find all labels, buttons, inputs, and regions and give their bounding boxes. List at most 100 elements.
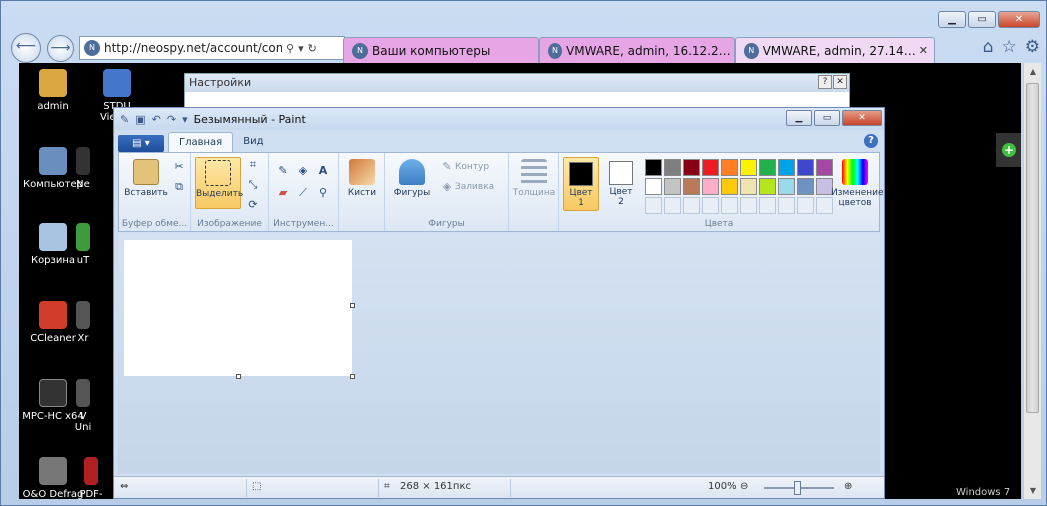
- zoom-out-icon[interactable]: ⊖: [740, 481, 748, 492]
- address-text[interactable]: http://neospy.net/account/comp: [104, 41, 282, 55]
- palette-swatch[interactable]: [721, 159, 738, 176]
- close-button[interactable]: ✕: [998, 11, 1040, 28]
- minimize-button[interactable]: ▁: [938, 11, 966, 28]
- canvas-size: 268 × 161пкс: [400, 481, 471, 492]
- palette-swatch[interactable]: [645, 178, 662, 195]
- outline-label[interactable]: Контур: [455, 162, 489, 172]
- desktop-icon-pdf[interactable]: PDF-: [71, 457, 111, 499]
- brushes-button[interactable]: Кисти: [339, 157, 385, 209]
- tab-your-computers[interactable]: N Ваши компьютеры: [343, 37, 539, 63]
- palette-swatch[interactable]: [702, 159, 719, 176]
- fill-bucket-icon[interactable]: ◈: [295, 163, 311, 179]
- palette-swatch[interactable]: [721, 178, 738, 195]
- tab-view[interactable]: Вид: [233, 132, 273, 152]
- maximize-button[interactable]: ▭: [968, 11, 996, 28]
- outline-icon[interactable]: ✎: [439, 159, 455, 175]
- tab-close-icon[interactable]: ✕: [919, 44, 928, 57]
- group-label: Цвета: [704, 219, 734, 229]
- palette-swatch[interactable]: [683, 178, 700, 195]
- resize-handle-corner[interactable]: [350, 374, 355, 379]
- help-icon[interactable]: ?: [864, 134, 878, 148]
- paste-button[interactable]: Вставить: [123, 157, 169, 209]
- address-bar[interactable]: N http://neospy.net/account/comp ⚲ ▾ ↻: [79, 36, 345, 60]
- search-icon[interactable]: ⚲: [286, 42, 294, 55]
- fill-label[interactable]: Заливка: [455, 182, 494, 192]
- copy-icon[interactable]: ⧉: [171, 179, 187, 195]
- scroll-down-icon[interactable]: ▼: [1024, 482, 1042, 499]
- rotate-icon[interactable]: ⟳: [245, 197, 261, 213]
- minimize-button[interactable]: ▁: [786, 110, 812, 126]
- resize-handle-bottom[interactable]: [236, 374, 241, 379]
- scroll-thumb[interactable]: [1026, 83, 1039, 413]
- edit-colors-button[interactable]: Изменение цветов: [831, 157, 884, 209]
- close-button[interactable]: ✕: [833, 75, 847, 89]
- cut-icon[interactable]: ✂: [171, 159, 187, 175]
- tab-vmware-1[interactable]: N VMWARE, admin, 16.12.2014 ...: [539, 37, 735, 63]
- palette-swatch[interactable]: [759, 159, 776, 176]
- scroll-up-icon[interactable]: ▲: [1024, 63, 1042, 80]
- palette-swatch[interactable]: [778, 178, 795, 195]
- help-button[interactable]: ?: [818, 75, 832, 89]
- home-icon[interactable]: ⌂: [983, 37, 994, 57]
- zoom-in-icon[interactable]: ⊕: [844, 481, 852, 492]
- palette-swatch-empty[interactable]: [721, 197, 738, 214]
- palette-swatch[interactable]: [664, 159, 681, 176]
- palette-swatch[interactable]: [759, 178, 776, 195]
- refresh-icon[interactable]: ↻: [308, 42, 317, 55]
- select-button[interactable]: Выделить: [195, 157, 243, 209]
- dropdown-arrow-icon[interactable]: ▾: [298, 42, 304, 55]
- back-button[interactable]: ⟵: [11, 33, 41, 63]
- maximize-button[interactable]: ▭: [814, 110, 840, 126]
- palette-swatch-empty[interactable]: [683, 197, 700, 214]
- palette-swatch-empty[interactable]: [645, 197, 662, 214]
- palette-swatch[interactable]: [740, 178, 757, 195]
- gear-icon[interactable]: ⚙: [1025, 37, 1040, 57]
- color-picker-icon[interactable]: ⟋: [295, 185, 311, 201]
- close-button[interactable]: ✕: [842, 110, 882, 126]
- palette-swatch[interactable]: [797, 159, 814, 176]
- shapes-button[interactable]: Фигуры: [389, 157, 435, 209]
- palette-swatch[interactable]: [683, 159, 700, 176]
- tab-home[interactable]: Главная: [168, 132, 234, 152]
- size-button[interactable]: Толщина: [511, 157, 557, 209]
- desktop-icon-utorrent[interactable]: uT: [71, 223, 95, 266]
- desktop-icon-partial-2[interactable]: Xr: [71, 301, 95, 344]
- pencil-icon[interactable]: ✎: [275, 163, 291, 179]
- palette-swatch[interactable]: [664, 178, 681, 195]
- color1-button[interactable]: Цвет 1: [563, 157, 599, 211]
- palette-swatch[interactable]: [797, 178, 814, 195]
- desktop-icon-partial[interactable]: Ne: [71, 147, 95, 190]
- text-tool-icon[interactable]: A: [315, 163, 331, 179]
- palette-swatch-empty[interactable]: [797, 197, 814, 214]
- zoom-slider-thumb[interactable]: [794, 481, 801, 495]
- palette-swatch-empty[interactable]: [740, 197, 757, 214]
- palette-swatch-empty[interactable]: [702, 197, 719, 214]
- favorites-star-icon[interactable]: ☆: [1002, 37, 1017, 57]
- resize-handle-right[interactable]: [350, 303, 355, 308]
- drawing-canvas[interactable]: [124, 240, 352, 376]
- tab-vmware-2[interactable]: N VMWARE, admin, 27.145.4... ✕: [735, 37, 935, 63]
- color2-button[interactable]: Цвет 2: [603, 157, 639, 211]
- undo-icon[interactable]: ↶: [152, 113, 161, 126]
- palette-swatch[interactable]: [645, 159, 662, 176]
- palette-swatch-empty[interactable]: [664, 197, 681, 214]
- desktop-icon-admin[interactable]: admin: [21, 69, 85, 112]
- palette-swatch[interactable]: [702, 178, 719, 195]
- fill-icon[interactable]: ◈: [439, 179, 455, 195]
- magnifier-icon[interactable]: ⚲: [315, 185, 331, 201]
- quick-access-dropdown-icon[interactable]: ▾: [182, 113, 188, 126]
- palette-swatch[interactable]: [778, 159, 795, 176]
- side-widget[interactable]: +: [996, 133, 1021, 167]
- palette-swatch[interactable]: [740, 159, 757, 176]
- paint-menu-button[interactable]: ▤ ▾: [118, 135, 164, 152]
- eraser-icon[interactable]: ▰: [275, 185, 291, 201]
- vertical-scrollbar[interactable]: ▲ ▼: [1023, 63, 1041, 499]
- palette-swatch-empty[interactable]: [778, 197, 795, 214]
- palette-swatch-empty[interactable]: [759, 197, 776, 214]
- resize-icon[interactable]: ⤡: [245, 177, 261, 193]
- desktop-icon-partial-3[interactable]: V Uni: [71, 379, 95, 433]
- crop-icon[interactable]: ⌗: [245, 157, 261, 173]
- redo-icon[interactable]: ↷: [167, 113, 176, 126]
- save-icon[interactable]: ▣: [135, 113, 145, 126]
- forward-button[interactable]: ⟶: [47, 35, 74, 62]
